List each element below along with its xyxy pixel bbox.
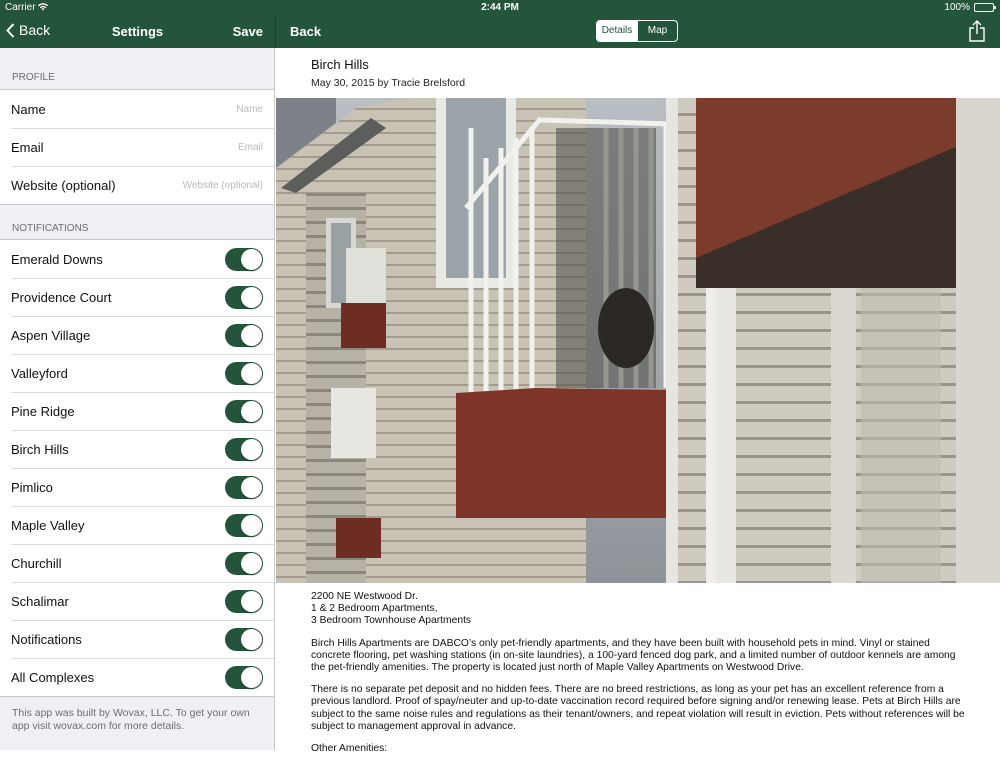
detail-pane: Birch Hills May 30, 2015 by Tracie Brels… <box>276 48 1000 754</box>
notif-label: Pine Ridge <box>11 403 75 419</box>
footer-note: This app was built by Wovax, LLC. To get… <box>12 707 250 732</box>
notif-row-valleyford: Valleyford <box>0 354 274 392</box>
body-paragraph: Other Amenities: <box>311 743 388 755</box>
notif-label: Schalimar <box>11 593 69 609</box>
notif-row-pine-ridge: Pine Ridge <box>0 392 274 430</box>
tab-details[interactable]: Details <box>597 21 637 41</box>
address-line: 3 Bedroom Townhouse Apartments <box>311 615 472 627</box>
notifications-section-header: NOTIFICATIONS <box>12 223 89 234</box>
detail-nav-bar: Back Details Map <box>276 16 1000 48</box>
name-label: Name <box>11 101 46 117</box>
notif-label: Aspen Village <box>11 327 91 343</box>
notif-label: Valleyford <box>11 365 68 381</box>
sidebar-nav-bar: Back Settings Save <box>0 16 275 48</box>
toggle-switch[interactable] <box>225 247 263 271</box>
apartment-balcony-image <box>276 98 1000 583</box>
profile-section-header: PROFILE <box>12 72 55 83</box>
status-bar: Carrier 2:44 PM 100% <box>0 0 1000 16</box>
settings-sidebar: PROFILE Name Name Email Email Website (o… <box>0 48 275 750</box>
notif-row-schalimar: Schalimar <box>0 582 274 620</box>
notif-label: All Complexes <box>11 669 95 685</box>
battery-indicator: 100% <box>944 2 996 13</box>
battery-icon <box>974 3 996 12</box>
notif-row-notifications: Notifications <box>0 620 274 658</box>
name-field[interactable]: Name Name <box>0 90 274 128</box>
website-input[interactable]: Website (optional) <box>183 180 263 191</box>
post-byline: May 30, 2015 by Tracie Brelsford <box>311 77 466 89</box>
save-button[interactable]: Save <box>233 24 263 39</box>
toggle-switch[interactable] <box>225 551 263 575</box>
notif-label: Birch Hills <box>11 441 69 457</box>
notifications-group: Emerald Downs Providence Court Aspen Vil… <box>0 239 274 697</box>
body-paragraph: There is no separate pet deposit and no … <box>311 684 965 732</box>
toggle-switch[interactable] <box>225 475 263 499</box>
website-field[interactable]: Website (optional) Website (optional) <box>0 166 274 204</box>
address-line: 2200 NE Westwood Dr. <box>311 591 418 602</box>
toggle-switch[interactable] <box>225 399 263 423</box>
toggle-switch[interactable] <box>225 665 263 689</box>
detail-back-button[interactable]: Back <box>290 24 321 39</box>
address-line: 1 & 2 Bedroom Apartments, <box>311 603 438 615</box>
notif-row-pimlico: Pimlico <box>0 468 274 506</box>
notif-label: Churchill <box>11 555 62 571</box>
notif-row-birch-hills: Birch Hills <box>0 430 274 468</box>
tab-map[interactable]: Map <box>637 21 677 41</box>
notif-row-churchill: Churchill <box>0 544 274 582</box>
notif-label: Emerald Downs <box>11 251 103 267</box>
notif-label: Providence Court <box>11 289 112 305</box>
address-block: 2200 NE Westwood Dr. 1 & 2 Bedroom Apart… <box>311 591 971 628</box>
toggle-switch[interactable] <box>225 589 263 613</box>
notif-row-all-complexes: All Complexes <box>0 658 274 696</box>
post-photo <box>276 98 1000 583</box>
toggle-switch[interactable] <box>225 513 263 537</box>
battery-percent: 100% <box>944 2 970 13</box>
toggle-switch[interactable] <box>225 285 263 309</box>
notif-row-maple-valley: Maple Valley <box>0 506 274 544</box>
notif-label: Notifications <box>11 631 82 647</box>
email-input[interactable]: Email <box>238 142 263 153</box>
email-label: Email <box>11 139 44 155</box>
post-title: Birch Hills <box>311 57 369 72</box>
body-paragraph: Birch Hills Apartments are DABCO’s only … <box>311 637 956 674</box>
toggle-switch[interactable] <box>225 323 263 347</box>
notif-label: Maple Valley <box>11 517 85 533</box>
notif-row-providence-court: Providence Court <box>0 278 274 316</box>
profile-group: Name Name Email Email Website (optional)… <box>0 89 274 205</box>
name-input[interactable]: Name <box>236 104 263 115</box>
website-label: Website (optional) <box>11 177 116 193</box>
view-segmented-control: Details Map <box>596 20 678 42</box>
post-body: 2200 NE Westwood Dr. 1 & 2 Bedroom Apart… <box>311 591 971 765</box>
toggle-switch[interactable] <box>225 627 263 651</box>
notif-row-emerald-downs: Emerald Downs <box>0 240 274 278</box>
notif-label: Pimlico <box>11 479 53 495</box>
share-icon[interactable] <box>968 19 986 43</box>
email-field[interactable]: Email Email <box>0 128 274 166</box>
toggle-switch[interactable] <box>225 437 263 461</box>
top-bar: Carrier 2:44 PM 100% Back Settings Save … <box>0 0 1000 48</box>
toggle-switch[interactable] <box>225 361 263 385</box>
notif-row-aspen-village: Aspen Village <box>0 316 274 354</box>
clock: 2:44 PM <box>481 2 519 13</box>
